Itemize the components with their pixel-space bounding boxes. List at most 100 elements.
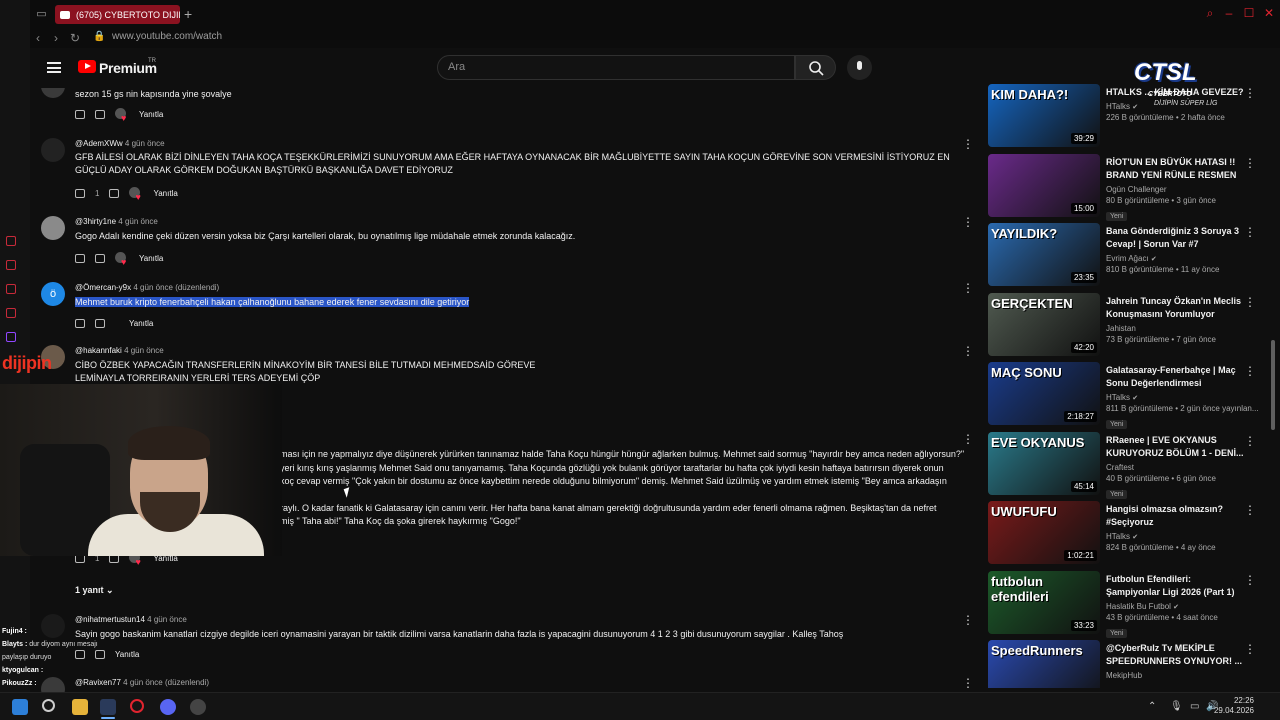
video-thumbnail[interactable]: EVE OKYANUS 45:14 — [988, 431, 1100, 495]
channel-name[interactable]: HTalks ✔ — [1106, 532, 1246, 541]
page-scrollbar[interactable] — [1271, 340, 1275, 430]
windows-start-icon[interactable] — [12, 699, 28, 715]
video-card[interactable]: UWUFUFU 1:02:21 Hangisi olmazsa olmazsın? … — [988, 501, 1270, 565]
video-card[interactable]: futbolun efendileri 33:23 Futbolun Efendil… — [988, 570, 1270, 638]
comment-time[interactable]: 4 gün önce — [124, 346, 164, 355]
comment-time[interactable]: 4 gün önce (düzenlendi) — [133, 283, 219, 292]
tray-chevron-icon[interactable]: ⌃ — [1148, 701, 1156, 712]
url-field[interactable]: www.youtube.com/watch — [112, 31, 222, 42]
sidebar-app-icon[interactable] — [6, 236, 16, 246]
comment-author[interactable]: @AdemXWw — [75, 139, 123, 148]
more-options-icon[interactable]: ⋮ — [962, 216, 974, 228]
dislike-icon[interactable] — [95, 318, 105, 328]
more-options-icon[interactable]: ⋮ — [1244, 364, 1256, 378]
network-icon[interactable]: ▭ — [1190, 701, 1199, 712]
voice-search-icon[interactable] — [847, 55, 872, 80]
search-tabs-icon[interactable]: ⌕ — [1203, 6, 1217, 20]
video-thumbnail[interactable]: UWUFUFU 1:02:21 — [988, 501, 1100, 564]
video-card[interactable]: MAÇ SONU 2:18:27 Galatasaray-Fenerbahçe | … — [988, 362, 1270, 429]
reply-button[interactable]: Yanıtla — [139, 254, 163, 263]
like-icon[interactable] — [75, 109, 85, 119]
more-options-icon[interactable]: ⋮ — [962, 345, 974, 357]
channel-name[interactable]: HTalks ✔ — [1106, 393, 1246, 402]
channel-name[interactable]: Haslatik Bu Futbol ✔ — [1106, 602, 1246, 611]
more-options-icon[interactable]: ⋮ — [1244, 642, 1256, 656]
video-title[interactable]: Jahrein Tuncay Özkan'ın Meclis Konuşması… — [1106, 295, 1246, 321]
reload-icon[interactable]: ↻ — [70, 31, 80, 45]
channel-name[interactable]: Ogün Challenger — [1106, 185, 1246, 194]
discord-icon[interactable] — [160, 699, 176, 715]
more-options-icon[interactable]: ⋮ — [1244, 156, 1256, 170]
like-icon[interactable] — [75, 318, 85, 328]
browser-tab[interactable]: (6705) CYBERTOTO DIJIPIN — [55, 5, 180, 24]
search-button[interactable] — [795, 55, 836, 80]
more-options-icon[interactable]: ⋮ — [1244, 225, 1256, 239]
channel-name[interactable]: MekipHub — [1106, 671, 1246, 680]
comment-time[interactable]: 4 gün önce (düzenlendi) — [123, 678, 209, 687]
video-thumbnail[interactable]: SpeedRunners — [988, 640, 1100, 688]
more-options-icon[interactable]: ⋮ — [962, 138, 974, 150]
taskbar-search-icon[interactable] — [42, 699, 55, 712]
video-card[interactable]: 15:00 RİOT'UN EN BÜYÜK HATASI !! BRAND YE… — [988, 153, 1270, 221]
more-options-icon[interactable]: ⋮ — [962, 614, 974, 626]
more-options-icon[interactable]: ⋮ — [1244, 573, 1256, 587]
tab-list-icon[interactable]: ▭ — [35, 8, 48, 20]
comment-author[interactable]: @hakannfaki — [75, 346, 122, 355]
video-thumbnail[interactable]: GERÇEKTEN 42:20 — [988, 292, 1100, 356]
video-title[interactable]: RRaenee | EVE OKYANUS KURUYORUZ BÖLÜM 1 … — [1106, 434, 1246, 460]
more-options-icon[interactable]: ⋮ — [1244, 503, 1256, 517]
channel-name[interactable]: Craftest — [1106, 463, 1246, 472]
video-title[interactable]: Bana Gönderdiğiniz 3 Soruya 3 Cevap! | S… — [1106, 225, 1246, 251]
reply-button[interactable]: Yanıtla — [129, 319, 153, 328]
more-options-icon[interactable]: ⋮ — [962, 433, 974, 445]
video-card[interactable]: SpeedRunners @CyberRulz Tv MEKİPLE SPEEDR… — [988, 640, 1270, 688]
reply-button[interactable]: Yanıtla — [139, 110, 163, 119]
more-options-icon[interactable]: ⋮ — [962, 282, 974, 294]
video-thumbnail[interactable]: 15:00 — [988, 153, 1100, 217]
video-thumbnail[interactable]: KIM DAHA?! 39:29 — [988, 84, 1100, 147]
like-icon[interactable] — [75, 253, 85, 263]
video-card[interactable]: GERÇEKTEN 42:20 Jahrein Tuncay Özkan'ın Me… — [988, 292, 1270, 357]
sidebar-app-icon[interactable] — [6, 260, 16, 270]
comment-author[interactable]: @nihatmertustun14 — [75, 615, 145, 624]
avatar[interactable] — [41, 216, 65, 240]
new-tab-button[interactable]: + — [184, 6, 192, 22]
menu-icon[interactable] — [47, 62, 61, 73]
video-thumbnail[interactable]: MAÇ SONU 2:18:27 — [988, 362, 1100, 425]
more-options-icon[interactable]: ⋮ — [962, 677, 974, 689]
search-input[interactable]: Ara — [437, 55, 795, 80]
comment-time[interactable]: 4 gün önce — [147, 615, 187, 624]
steam-icon[interactable] — [100, 699, 116, 715]
video-title[interactable]: Galatasaray-Fenerbahçe | Maç Sonu Değerl… — [1106, 364, 1246, 390]
system-clock[interactable]: 22:26 29.04.2026 — [1214, 696, 1254, 716]
dislike-icon[interactable] — [95, 109, 105, 119]
back-icon[interactable]: ‹ — [36, 31, 40, 45]
microphone-icon[interactable]: 🎙 — [1170, 701, 1183, 712]
comment-author[interactable]: @Ömercan-y9x — [75, 283, 131, 292]
video-title[interactable]: Hangisi olmazsa olmazsın? #Seçiyoruz — [1106, 503, 1246, 529]
minimize-button[interactable]: – — [1222, 6, 1236, 20]
more-options-icon[interactable]: ⋮ — [1244, 295, 1256, 309]
show-replies-button[interactable]: 1 yanıt ⌄ — [75, 585, 114, 596]
comment-time[interactable]: 4 gün önce — [118, 217, 158, 226]
comment-time[interactable]: 4 gün önce — [125, 139, 165, 148]
video-card[interactable]: EVE OKYANUS 45:14 RRaenee | EVE OKYANUS KU… — [988, 431, 1270, 499]
avatar[interactable]: ö — [41, 282, 65, 306]
more-options-icon[interactable]: ⋮ — [1244, 434, 1256, 448]
avatar[interactable] — [41, 138, 65, 162]
sidebar-app-icon[interactable] — [6, 284, 16, 294]
forward-icon[interactable]: › — [54, 31, 58, 45]
video-card[interactable]: YAYILDIK? 23:35 Bana Gönderdiğiniz 3 Soruy… — [988, 223, 1270, 287]
settings-icon[interactable] — [190, 699, 206, 715]
file-explorer-icon[interactable] — [72, 699, 88, 715]
dislike-icon[interactable] — [95, 253, 105, 263]
youtube-logo-icon[interactable] — [78, 60, 96, 73]
dislike-icon[interactable] — [109, 188, 120, 198]
sidebar-app-icon[interactable] — [6, 308, 16, 318]
video-thumbnail[interactable]: YAYILDIK? 23:35 — [988, 223, 1100, 286]
video-title[interactable]: @CyberRulz Tv MEKİPLE SPEEDRUNNERS OYNUY… — [1106, 642, 1246, 668]
channel-name[interactable]: Evrim Ağacı ✔ — [1106, 254, 1246, 263]
video-title[interactable]: RİOT'UN EN BÜYÜK HATASI !! BRAND YENİ RÜ… — [1106, 156, 1246, 182]
like-icon[interactable] — [75, 188, 85, 198]
avatar[interactable] — [41, 88, 65, 98]
